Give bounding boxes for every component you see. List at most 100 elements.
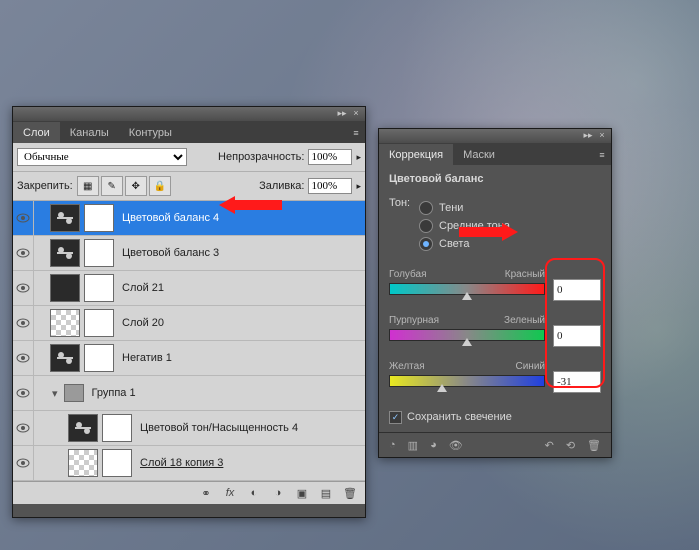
reset-icon[interactable]: ⟲ [566,439,575,452]
slider-handle[interactable] [437,384,447,392]
panel-menu-icon[interactable]: ≡ [347,125,365,143]
delete-layer-icon[interactable]: 🗑 [343,486,357,500]
layer-row[interactable]: Слой 20 [13,306,365,341]
layer-row[interactable]: Негатив 1 [13,341,365,376]
annotation-highlight-box [545,258,605,388]
layer-row[interactable]: Слой 21 [13,271,365,306]
radio-shadows-label: Тени [439,202,463,214]
layer-row[interactable]: ▾ Группа 1 [13,376,365,411]
lock-pixels-icon[interactable]: ✎ [101,176,123,196]
slider-handle[interactable] [462,338,472,346]
link-layers-icon[interactable]: ⚭ [199,486,213,500]
visibility-toggle-icon[interactable] [13,236,34,270]
layer-row[interactable]: Цветовой баланс 4 [13,201,365,236]
radio-shadows[interactable] [419,201,433,215]
mask-thumbnail [84,309,114,337]
radio-midtones[interactable] [419,219,433,233]
visibility-toggle-icon[interactable] [13,446,34,480]
fill-flyout-icon[interactable]: ▸ [356,181,361,192]
visibility-toggle-icon[interactable] [13,271,34,305]
lock-all-icon[interactable]: 🔒 [149,176,171,196]
layer-name[interactable]: Цветовой тон/Насыщенность 4 [140,422,298,434]
group-thumbnail [64,384,84,402]
opacity-label: Непрозрачность: [218,151,304,163]
layer-name[interactable]: Слой 20 [122,317,164,329]
tone-label: Тон: [389,197,419,255]
layer-row[interactable]: Цветовой баланс 3 [13,236,365,271]
delete-adjustment-icon[interactable]: 🗑 [587,439,601,452]
fx-icon[interactable]: fx [223,486,237,500]
panel-header: ▸▸ × [13,107,365,121]
opacity-input[interactable] [308,149,352,165]
layer-name[interactable]: Слой 21 [122,282,164,294]
layer-name[interactable]: Слой 18 копия 3 [140,457,223,469]
radio-highlights-label: Света [439,238,469,250]
radio-highlights[interactable] [419,237,433,251]
layer-name[interactable]: Цветовой баланс 4 [122,212,219,224]
fill-input[interactable] [308,178,352,194]
visibility-toggle-icon[interactable] [13,306,34,340]
lock-transparency-icon[interactable]: ▦ [77,176,99,196]
opacity-flyout-icon[interactable]: ▸ [356,152,361,163]
clip-icon[interactable]: ◕ [430,439,437,452]
preserve-luminosity-label: Сохранить свечение [407,411,512,423]
corrections-footer: ◔ ▥ ◕ 👁 ↶ ⟲ 🗑 [379,432,611,457]
new-layer-icon[interactable]: ▤ [319,486,333,500]
collapse-icon[interactable]: ▸▸ [583,131,593,141]
visibility-toggle-icon[interactable] [13,376,34,410]
prev-state-icon[interactable]: ↶ [545,439,554,452]
layer-row[interactable]: Цветовой тон/Насыщенность 4 [13,411,365,446]
add-mask-icon[interactable]: ◐ [247,486,261,500]
color-balance-slider[interactable] [389,283,545,295]
slider-right-label: Зеленый [504,315,545,326]
scrub-icon[interactable]: ◔ [389,439,396,452]
layer-thumbnail [68,414,98,442]
annotation-arrow [234,200,282,210]
new-adjustment-icon[interactable]: ◑ [271,486,285,500]
layer-name[interactable]: Негатив 1 [122,352,172,364]
color-balance-slider[interactable] [389,375,545,387]
close-icon[interactable]: × [351,109,361,119]
slider-left-label: Пурпурная [389,315,439,326]
panel-header: ▸▸ × [379,129,611,143]
visibility-toggle-icon[interactable] [13,341,34,375]
tab-masks[interactable]: Маски [453,144,505,165]
layer-thumbnail [50,344,80,372]
fill-label: Заливка: [259,180,304,192]
layer-thumbnail [50,309,80,337]
presets-icon[interactable]: ▥ [408,439,418,452]
close-icon[interactable]: × [597,131,607,141]
new-group-icon[interactable]: ▣ [295,486,309,500]
preserve-luminosity-checkbox[interactable]: ✓ [389,411,402,424]
layer-thumbnail [50,239,80,267]
collapse-icon[interactable]: ▸▸ [337,109,347,119]
tab-layers[interactable]: Слои [13,122,60,143]
slider-handle[interactable] [462,292,472,300]
slider-left-label: Желтая [389,361,425,372]
layers-panel: ▸▸ × Слои Каналы Контуры ≡ Обычные Непро… [12,106,366,518]
tab-correction[interactable]: Коррекция [379,144,453,165]
mask-thumbnail [102,414,132,442]
layer-thumbnail [50,204,80,232]
lock-position-icon[interactable]: ✥ [125,176,147,196]
tab-channels[interactable]: Каналы [60,122,119,143]
slider-left-label: Голубая [389,269,427,280]
layers-footer: ⚭ fx ◐ ◑ ▣ ▤ 🗑 [13,481,365,504]
visibility-icon[interactable]: 👁 [449,439,463,452]
layer-name[interactable]: Группа 1 [92,387,136,399]
visibility-toggle-icon[interactable] [13,411,34,445]
slider-right-label: Синий [515,361,545,372]
visibility-toggle-icon[interactable] [13,201,34,235]
expand-group-icon[interactable]: ▾ [52,387,58,400]
blend-mode-select[interactable]: Обычные [17,148,187,166]
lock-label: Закрепить: [17,180,73,192]
layer-name[interactable]: Цветовой баланс 3 [122,247,219,259]
mask-thumbnail [102,449,132,477]
layer-thumbnail [50,274,80,302]
layers-tabs: Слои Каналы Контуры ≡ [13,121,365,143]
layer-row[interactable]: Слой 18 копия 3 [13,446,365,481]
panel-menu-icon[interactable]: ≡ [593,147,611,165]
color-balance-slider[interactable] [389,329,545,341]
tab-paths[interactable]: Контуры [119,122,182,143]
mask-thumbnail [84,344,114,372]
